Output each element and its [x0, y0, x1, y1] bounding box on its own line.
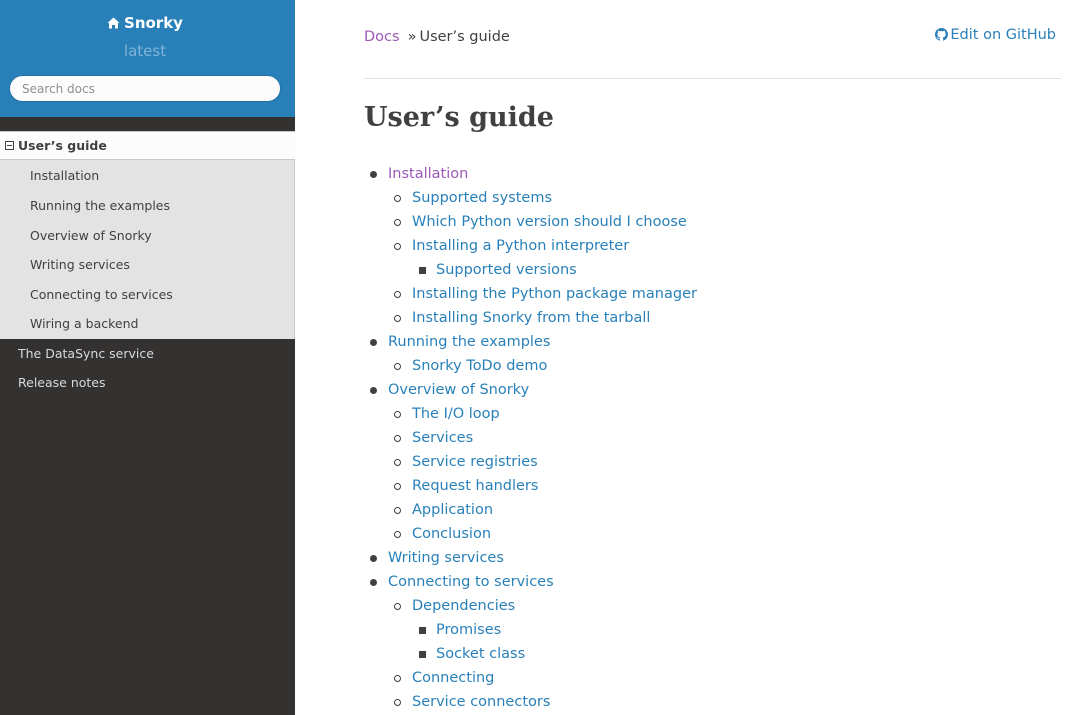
toc-item[interactable]: Running the examples: [364, 330, 697, 354]
toc-item-label[interactable]: Running the examples: [388, 330, 550, 354]
breadcrumb-current: User’s guide: [419, 29, 510, 45]
bullet-icon: [370, 579, 377, 586]
toc-item[interactable]: Connecting: [364, 666, 697, 690]
bullet-icon: [394, 291, 401, 298]
toc-item[interactable]: Services: [364, 426, 697, 450]
breadcrumb: Docs » User’s guide: [364, 29, 510, 45]
toc-item-label[interactable]: Installing the Python package manager: [412, 282, 697, 306]
toc-item-label[interactable]: Promises: [436, 618, 501, 642]
bullet-icon: [394, 219, 401, 226]
bullet-icon: [394, 459, 401, 466]
toc-item[interactable]: Overview of Snorky: [364, 378, 697, 402]
bullet-icon: [394, 315, 401, 322]
toc-item-label[interactable]: Connecting: [412, 666, 494, 690]
project-home-link[interactable]: Snorky: [0, 14, 290, 33]
toc-item[interactable]: Service connectors: [364, 690, 697, 714]
toc-item-label[interactable]: Supported systems: [412, 186, 552, 210]
toc-item[interactable]: Supported versions: [364, 258, 697, 282]
toc-item-label[interactable]: Installing a Python interpreter: [412, 234, 629, 258]
github-icon: [935, 28, 949, 45]
toc-item-label[interactable]: The I/O loop: [412, 402, 500, 426]
toc-item-label[interactable]: Application: [412, 498, 493, 522]
toc-item-label[interactable]: Which Python version should I choose: [412, 210, 687, 234]
bullet-icon: [394, 531, 401, 538]
toc-item-label[interactable]: Installing Snorky from the tarball: [412, 306, 650, 330]
toc-item-label[interactable]: Supported versions: [436, 258, 577, 282]
sidebar-subitem-running-examples[interactable]: Running the examples: [0, 191, 294, 221]
search-input[interactable]: [9, 75, 281, 102]
bullet-icon: [370, 339, 377, 346]
bullet-icon: [370, 555, 377, 562]
toc-item-label[interactable]: Services: [412, 426, 473, 450]
sidebar-subitem-installation[interactable]: Installation: [0, 160, 294, 191]
sidebar-item-label: User’s guide: [18, 138, 107, 153]
toc-item-label[interactable]: Connecting to services: [388, 570, 554, 594]
toc-item-label[interactable]: Snorky ToDo demo: [412, 354, 547, 378]
bullet-icon: [394, 435, 401, 442]
sidebar-subitem-overview[interactable]: Overview of Snorky: [0, 221, 294, 251]
toc-item[interactable]: Installing a Python interpreter: [364, 234, 697, 258]
toc-item[interactable]: Which Python version should I choose: [364, 210, 697, 234]
edit-on-github-label: Edit on GitHub: [950, 27, 1056, 43]
project-name: Snorky: [124, 14, 183, 32]
sidebar-item-datasync[interactable]: The DataSync service: [0, 339, 295, 369]
bullet-icon: [370, 171, 377, 178]
sidebar-subitems: Installation Running the examples Overvi…: [0, 160, 295, 339]
sidebar: Snorky latest User’s guide Installation …: [0, 0, 295, 715]
toc-item[interactable]: Installing the Python package manager: [364, 282, 697, 306]
toc-item-label[interactable]: Overview of Snorky: [388, 378, 529, 402]
bullet-icon: [370, 387, 377, 394]
toc-item-label[interactable]: Request handlers: [412, 474, 538, 498]
toc-item[interactable]: Conclusion: [364, 522, 697, 546]
toc-item[interactable]: Application: [364, 498, 697, 522]
toc-item-label[interactable]: Writing services: [388, 546, 504, 570]
toc-item-label[interactable]: Service registries: [412, 450, 538, 474]
toc-item[interactable]: Installing Snorky from the tarball: [364, 306, 697, 330]
bullet-icon: [419, 651, 426, 658]
toc-item-label[interactable]: Conclusion: [412, 522, 491, 546]
sidebar-subitem-wiring-backend[interactable]: Wiring a backend: [0, 309, 294, 339]
bullet-icon: [394, 603, 401, 610]
toc-item[interactable]: Supported systems: [364, 186, 697, 210]
toc-item-label[interactable]: Installation: [388, 162, 468, 186]
toc-item[interactable]: The I/O loop: [364, 402, 697, 426]
header-divider: [364, 78, 1061, 79]
sidebar-subitem-writing-services[interactable]: Writing services: [0, 250, 294, 280]
bullet-icon: [419, 267, 426, 274]
bullet-icon: [394, 507, 401, 514]
toc-list: Installation Supported systems Which Pytho…: [364, 162, 697, 714]
toc-item-label[interactable]: Dependencies: [412, 594, 515, 618]
toc-item[interactable]: Service registries: [364, 450, 697, 474]
bullet-icon: [394, 411, 401, 418]
sidebar-header: Snorky latest: [0, 0, 295, 117]
edit-on-github-link[interactable]: Edit on GitHub: [935, 27, 1056, 45]
bullet-icon: [394, 675, 401, 682]
toc-item[interactable]: Promises: [364, 618, 697, 642]
toc-item-label[interactable]: Socket class: [436, 642, 525, 666]
toc-item[interactable]: Installation: [364, 162, 697, 186]
breadcrumb-separator: »: [407, 29, 417, 45]
bullet-icon: [394, 699, 401, 706]
sidebar-item-users-guide[interactable]: User’s guide: [0, 131, 295, 160]
toc-item[interactable]: Request handlers: [364, 474, 697, 498]
toc-item[interactable]: Dependencies: [364, 594, 697, 618]
toc-item[interactable]: Socket class: [364, 642, 697, 666]
toc-item[interactable]: Writing services: [364, 546, 697, 570]
sidebar-nav: User’s guide Installation Running the ex…: [0, 131, 295, 398]
bullet-icon: [394, 243, 401, 250]
bullet-icon: [394, 363, 401, 370]
bullet-icon: [394, 483, 401, 490]
bullet-icon: [419, 627, 426, 634]
sidebar-item-release-notes[interactable]: Release notes: [0, 368, 295, 398]
sidebar-subitem-connecting[interactable]: Connecting to services: [0, 280, 294, 310]
breadcrumb-docs-link[interactable]: Docs: [364, 29, 400, 45]
toc-item[interactable]: Connecting to services: [364, 570, 697, 594]
version-label: latest: [123, 42, 167, 60]
page-title: User’s guide: [364, 102, 554, 133]
bullet-icon: [394, 195, 401, 202]
toc-item-label[interactable]: Service connectors: [412, 690, 550, 714]
collapse-icon[interactable]: [5, 141, 14, 150]
home-icon: [107, 15, 120, 33]
toc-item[interactable]: Snorky ToDo demo: [364, 354, 697, 378]
